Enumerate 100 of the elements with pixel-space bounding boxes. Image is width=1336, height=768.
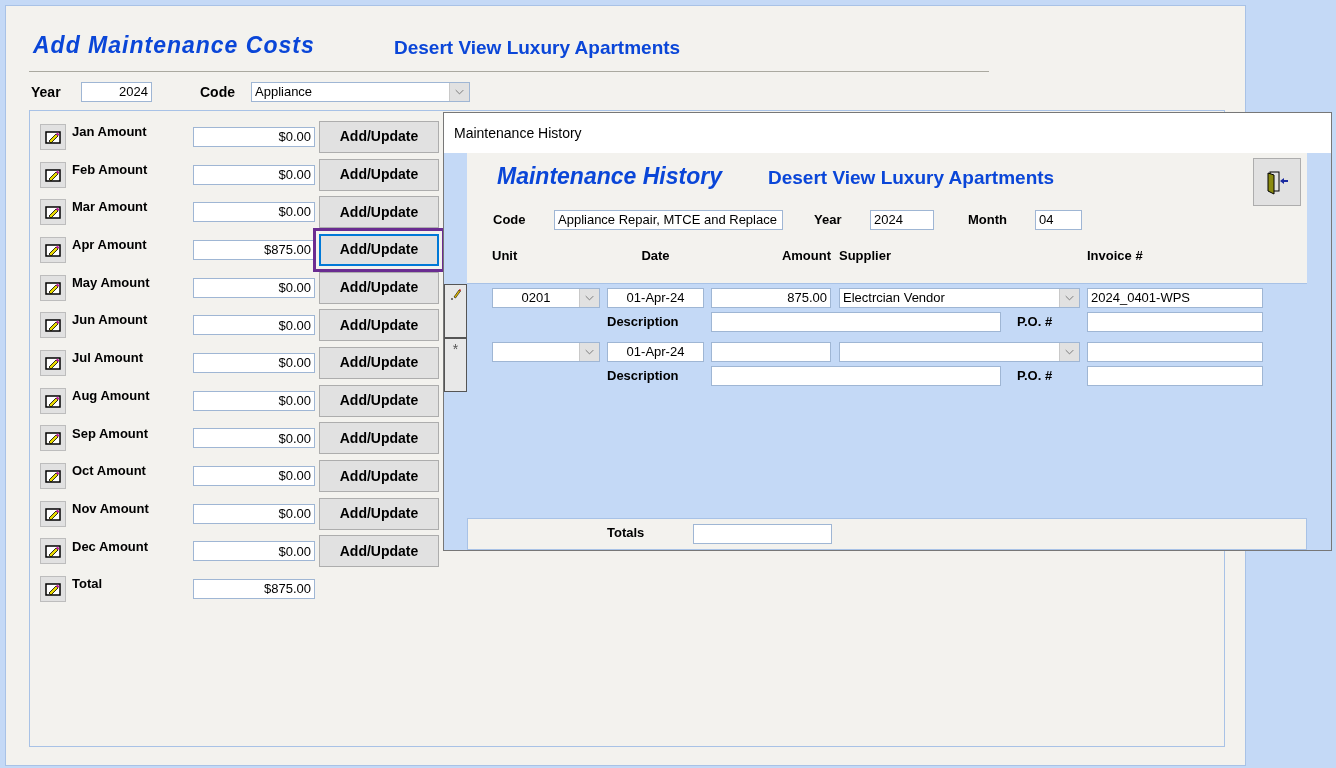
month-label: Aug Amount <box>72 386 151 405</box>
edit-button[interactable] <box>40 312 66 339</box>
dropdown-caret-icon <box>579 343 599 361</box>
dropdown-caret-icon <box>579 289 599 307</box>
edit-button[interactable] <box>40 236 66 263</box>
total-label: Total <box>72 575 104 594</box>
code-label: Code <box>200 82 236 102</box>
invoice-field[interactable]: 2024_0401-WPS <box>1087 288 1263 308</box>
pencil-icon <box>45 242 61 257</box>
add-update-button[interactable]: Add/Update <box>319 384 439 417</box>
add-update-button[interactable]: Add/Update <box>319 497 439 530</box>
po-field[interactable] <box>1087 312 1263 332</box>
amount-field[interactable]: $0.00 <box>193 126 315 147</box>
property-name: Desert View Luxury Apartments <box>394 35 681 60</box>
amount-field[interactable]: $0.00 <box>193 352 315 373</box>
year-label: Year <box>814 211 843 230</box>
amount-field[interactable]: $0.00 <box>193 466 315 487</box>
month-label: Dec Amount <box>72 537 150 556</box>
year-field[interactable]: 2024 <box>81 82 152 102</box>
amount-field[interactable] <box>711 342 831 362</box>
add-update-button[interactable]: Add/Update <box>319 346 439 379</box>
month-label: Nov Amount <box>72 499 150 518</box>
amount-field[interactable]: $0.00 <box>193 315 315 336</box>
add-update-button[interactable]: Add/Update <box>319 120 439 153</box>
amount-field[interactable]: 875.00 <box>711 288 831 308</box>
description-label: Description <box>607 367 680 386</box>
add-update-button[interactable]: Add/Update <box>319 535 439 568</box>
year-field[interactable]: 2024 <box>870 210 934 230</box>
po-label: P.O. # <box>1017 313 1054 332</box>
totals-field[interactable] <box>693 524 832 544</box>
amount-field[interactable]: $875.00 <box>193 239 315 260</box>
month-label: Jul Amount <box>72 349 144 368</box>
property-name: Desert View Luxury Apartments <box>768 165 1055 190</box>
edit-button[interactable] <box>40 576 66 603</box>
add-update-button[interactable]: Add/Update <box>319 233 439 266</box>
code-field[interactable]: Appliance Repair, MTCE and Replace <box>554 210 783 230</box>
window-heading: Maintenance History <box>497 161 724 191</box>
amount-field[interactable]: $0.00 <box>193 428 315 449</box>
edit-button[interactable] <box>40 161 66 188</box>
month-label: Oct Amount <box>72 462 147 481</box>
invoice-field[interactable] <box>1087 342 1263 362</box>
month-field[interactable]: 04 <box>1035 210 1082 230</box>
code-label: Code <box>493 211 527 230</box>
amount-field[interactable]: $0.00 <box>193 390 315 411</box>
add-update-button[interactable]: Add/Update <box>319 309 439 342</box>
amount-field[interactable]: $0.00 <box>193 503 315 524</box>
pencil-icon <box>45 318 61 333</box>
add-update-button[interactable]: Add/Update <box>319 158 439 191</box>
exit-button[interactable] <box>1253 158 1301 206</box>
column-header: Invoice # <box>1087 247 1144 265</box>
pencil-icon <box>45 393 61 408</box>
year-label: Year <box>31 82 62 102</box>
po-field[interactable] <box>1087 366 1263 386</box>
pencil-icon <box>45 280 61 295</box>
pencil-icon <box>45 205 61 220</box>
pencil-icon <box>45 469 61 484</box>
amount-field[interactable]: $0.00 <box>193 541 315 562</box>
pencil-icon <box>45 167 61 182</box>
pencil-icon <box>45 582 61 597</box>
new-record-marker: * <box>452 342 459 359</box>
edit-button[interactable] <box>40 425 66 452</box>
column-header: Supplier <box>839 247 892 265</box>
description-label: Description <box>607 313 680 332</box>
edit-button[interactable] <box>40 199 66 226</box>
edit-button[interactable] <box>40 274 66 301</box>
pencil-icon <box>45 506 61 521</box>
edit-button[interactable] <box>40 387 66 414</box>
edit-button[interactable] <box>40 463 66 490</box>
po-label: P.O. # <box>1017 367 1054 386</box>
add-update-button[interactable]: Add/Update <box>319 460 439 493</box>
exit-door-icon <box>1264 169 1290 195</box>
total-field[interactable]: $875.00 <box>193 579 315 600</box>
description-field[interactable] <box>711 366 1001 386</box>
date-field[interactable]: 01-Apr-24 <box>607 342 704 362</box>
dropdown-caret-icon <box>1059 343 1079 361</box>
edit-button[interactable] <box>40 500 66 527</box>
amount-field[interactable]: $0.00 <box>193 277 315 298</box>
unit-dropdown[interactable]: 0201 <box>492 288 600 308</box>
record-selector[interactable] <box>444 284 467 338</box>
month-label: Mar Amount <box>72 198 149 217</box>
amount-field[interactable]: $0.00 <box>193 202 315 223</box>
form-title: Add Maintenance Costs <box>33 30 316 60</box>
month-label: Jan Amount <box>72 123 148 141</box>
month-label: Sep Amount <box>72 424 150 443</box>
date-field[interactable]: 01-Apr-24 <box>607 288 704 308</box>
edit-button[interactable] <box>40 123 66 150</box>
amount-field[interactable]: $0.00 <box>193 164 315 185</box>
description-field[interactable] <box>711 312 1001 332</box>
code-dropdown[interactable]: Appliance <box>251 82 470 102</box>
month-label: Month <box>968 211 1008 230</box>
edit-button[interactable] <box>40 349 66 376</box>
pencil-icon <box>45 129 61 144</box>
record-selector[interactable]: * <box>444 338 467 392</box>
pencil-icon <box>45 431 61 446</box>
supplier-dropdown[interactable]: Electrcian Vendor <box>839 288 1080 308</box>
add-update-button[interactable]: Add/Update <box>319 271 439 304</box>
edit-button[interactable] <box>40 538 66 565</box>
add-update-button[interactable]: Add/Update <box>319 196 439 229</box>
add-update-button[interactable]: Add/Update <box>319 422 439 455</box>
column-header: Date <box>640 247 671 265</box>
